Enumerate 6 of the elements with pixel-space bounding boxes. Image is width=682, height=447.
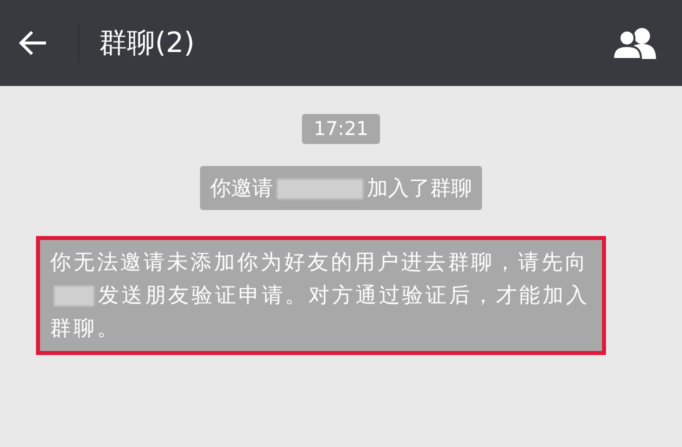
window-title: 群聊(2)	[99, 25, 196, 61]
back-icon[interactable]	[18, 30, 48, 56]
system-message: 你邀请 加入了群聊	[200, 166, 482, 210]
notice-message: 你无法邀请未添加你为好友的用户进去群聊，请先向 发送朋友验证申请。对方通过验证后，才能加入群聊。	[36, 236, 606, 355]
group-members-icon[interactable]	[612, 27, 658, 59]
timestamp: 17:21	[302, 114, 380, 144]
